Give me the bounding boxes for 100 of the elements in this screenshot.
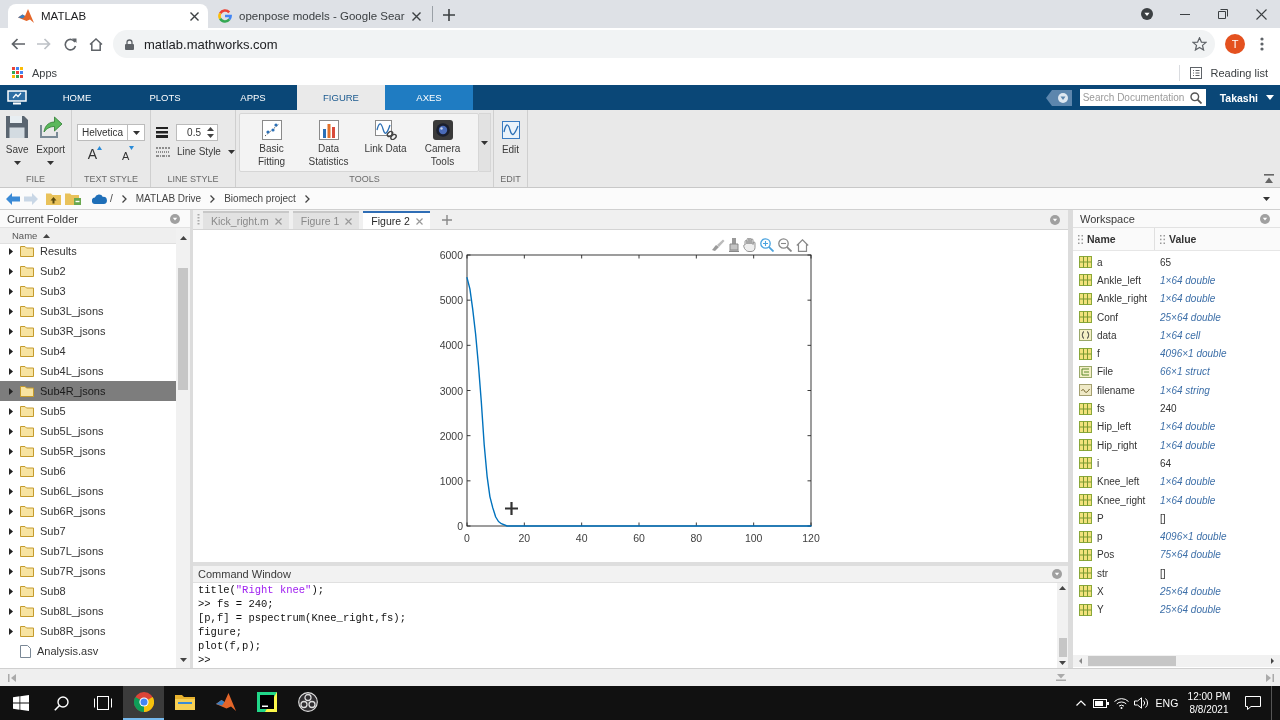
breadcrumb[interactable]: / [107,193,116,204]
zoom-in-icon[interactable] [760,238,774,252]
toolstrip-button[interactable]: Camera Tools [414,114,471,171]
scroll-left-icon[interactable] [1079,658,1082,664]
chevron-up-icon[interactable] [1076,700,1086,706]
expand-arrow-icon[interactable] [9,507,13,515]
folder-item[interactable]: Sub8 [0,581,176,601]
expand-arrow-icon[interactable] [9,267,13,275]
search-field[interactable]: Search Documentation [1079,89,1206,106]
start-icon[interactable] [12,695,29,711]
reading-list-button[interactable]: Reading list [1189,66,1268,79]
expand-arrow-icon[interactable] [9,287,13,295]
battery-icon[interactable] [1093,698,1109,708]
back-icon[interactable] [11,38,25,50]
search-icon[interactable] [54,695,69,711]
cloud-icon[interactable] [92,193,107,204]
folder-item[interactable]: Sub8R_jsons [0,621,176,641]
scroll-down-icon[interactable] [1059,661,1066,665]
folder-item[interactable]: Sub3R_jsons [0,321,176,341]
expand-arrow-icon[interactable] [9,347,13,355]
data-tip-icon[interactable] [729,238,739,252]
toolstrip-button[interactable]: Basic Fitting [243,114,300,171]
font-dropdown[interactable]: Helvetica [77,124,145,141]
scroll-down-icon[interactable] [179,658,187,662]
font-size-button[interactable]: A [85,146,104,164]
expand-arrow-icon[interactable] [9,527,13,535]
minimize-icon[interactable] [1180,13,1190,15]
folder-item[interactable]: Sub6 [0,461,176,481]
ribbon-tab[interactable]: FIGURE [297,85,385,110]
column-header[interactable]: Name [1073,228,1155,250]
font-size-button[interactable]: A [120,146,137,164]
task-view-icon[interactable] [93,696,112,710]
breadcrumb[interactable]: MATLAB Drive [132,193,205,204]
up-folder-icon[interactable] [46,192,61,205]
expand-arrow-icon[interactable] [9,467,13,475]
home-icon[interactable] [796,238,809,252]
user-menu[interactable]: Takashi [1219,85,1280,110]
ribbon-tab[interactable]: PLOTS [121,85,209,110]
line-width-spinner[interactable]: 0.5 [176,124,218,141]
folder-item[interactable]: Sub3L_jsons [0,301,176,321]
breadcrumb[interactable]: Biomech project [221,193,299,204]
toolstrip-button[interactable]: Link Data [357,114,414,171]
collapse-icon[interactable] [1264,174,1274,183]
expand-arrow-icon[interactable] [9,627,13,635]
apps-bookmark[interactable]: Apps [12,66,58,79]
reload-icon[interactable] [63,37,77,51]
expand-arrow-icon[interactable] [9,487,13,495]
profile-button[interactable]: T [1225,34,1245,54]
zoom-out-icon[interactable] [778,238,792,252]
folder-item[interactable]: Sub5R_jsons [0,441,176,461]
toolstrip-button[interactable]: Save [3,110,31,173]
folder-item[interactable]: Analysis.asv [0,641,176,661]
folder-item[interactable]: Sub4L_jsons [0,361,176,381]
folder-item[interactable]: Sub7L_jsons [0,541,176,561]
restore-icon[interactable] [1218,9,1228,19]
caret-icon[interactable] [1263,196,1270,201]
close-icon[interactable] [1255,8,1267,20]
back-arrow-icon[interactable] [6,192,20,205]
scroll-right-icon[interactable] [1271,658,1274,664]
language-indicator[interactable]: ENG [1153,686,1181,720]
column-header[interactable]: Value [1155,228,1197,250]
scrollbar-thumb[interactable] [1058,638,1067,657]
dropdown-circle-icon[interactable] [1141,8,1153,20]
scrollbar-thumb[interactable] [1088,656,1176,666]
home-icon[interactable] [89,37,103,51]
toolstrip-button[interactable]: Data Statistics [300,114,357,171]
volume-icon[interactable] [1133,697,1149,709]
folder-item[interactable]: Sub4R_jsons [0,381,176,401]
scrollbar[interactable] [1073,655,1280,667]
expand-arrow-icon[interactable] [9,407,13,415]
star-icon[interactable] [1192,37,1207,51]
pan-icon[interactable] [743,238,756,252]
toolstrip-button[interactable]: Edit [494,110,527,173]
scroll-up-icon[interactable] [179,236,187,240]
folder-item[interactable]: Sub8L_jsons [0,601,176,621]
toolstrip-button[interactable]: Export [34,110,68,173]
add-tab-icon[interactable] [441,214,452,225]
clock-button[interactable]: 12:00 PM 8/8/2021 [1183,686,1235,720]
expand-arrow-icon[interactable] [9,247,13,255]
ribbon-tab[interactable]: AXES [385,85,473,110]
folder-item[interactable]: Sub7R_jsons [0,561,176,581]
scrollbar[interactable] [1057,583,1068,668]
document-tab[interactable]: Figure 2 [363,211,430,229]
folder-item[interactable]: Results [0,244,176,261]
caret-icon[interactable] [481,140,488,145]
scrollbar[interactable] [176,228,190,668]
expand-arrow-icon[interactable] [9,447,13,455]
scrollbar-thumb[interactable] [178,268,188,390]
close-icon[interactable] [190,11,199,21]
column-header[interactable]: Name [0,228,176,244]
spinner-arrows-icon[interactable] [207,127,214,138]
folder-item[interactable]: Sub7 [0,521,176,541]
expand-arrow-icon[interactable] [9,327,13,335]
scroll-up-icon[interactable] [1059,586,1066,590]
folder-item[interactable]: Sub4 [0,341,176,361]
folder-item[interactable]: Sub5L_jsons [0,421,176,441]
taskbar-app[interactable] [123,686,164,720]
ribbon-tab[interactable]: APPS [209,85,297,110]
wifi-icon[interactable] [1113,697,1129,709]
search-icon[interactable] [1189,91,1202,104]
